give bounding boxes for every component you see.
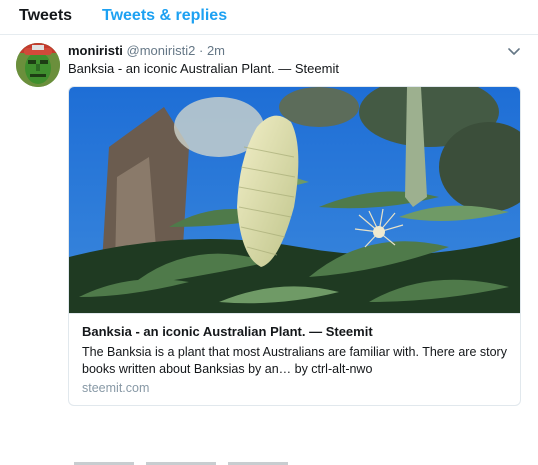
tweet-menu-button[interactable]: [506, 43, 522, 59]
link-preview-card[interactable]: Banksia - an iconic Australian Plant. — …: [68, 86, 521, 406]
banksia-photo: [69, 87, 520, 313]
card-image[interactable]: [69, 87, 520, 313]
separator-dot: ·: [198, 43, 204, 58]
user-handle[interactable]: @moniristi2: [127, 43, 196, 58]
next-tweet-fragment: [68, 455, 368, 465]
card-domain: steemit.com: [82, 381, 150, 395]
tweet-timestamp[interactable]: 2m: [207, 43, 225, 58]
avatar-green-face-icon: [16, 43, 60, 87]
display-name[interactable]: moniristi: [68, 43, 123, 58]
card-title[interactable]: Banksia - an iconic Australian Plant. — …: [82, 324, 373, 339]
tweet-text: Banksia - an iconic Australian Plant. — …: [68, 61, 339, 76]
avatar[interactable]: [16, 43, 60, 87]
chevron-down-icon: [508, 48, 520, 55]
tab-tweets[interactable]: Tweets: [19, 7, 72, 25]
next-tweet-text-fragment: [74, 462, 288, 465]
tweet[interactable]: moniristi @moniristi2 · 2m Banksia - an …: [0, 35, 538, 465]
tweet-header: moniristi @moniristi2 · 2m: [68, 43, 225, 61]
card-description: The Banksia is a plant that most Austral…: [82, 345, 507, 376]
tab-tweets-and-replies[interactable]: Tweets & replies: [102, 7, 227, 25]
profile-tabs: Tweets Tweets & replies: [0, 0, 538, 35]
card-body[interactable]: Banksia - an iconic Australian Plant. — …: [69, 313, 520, 405]
